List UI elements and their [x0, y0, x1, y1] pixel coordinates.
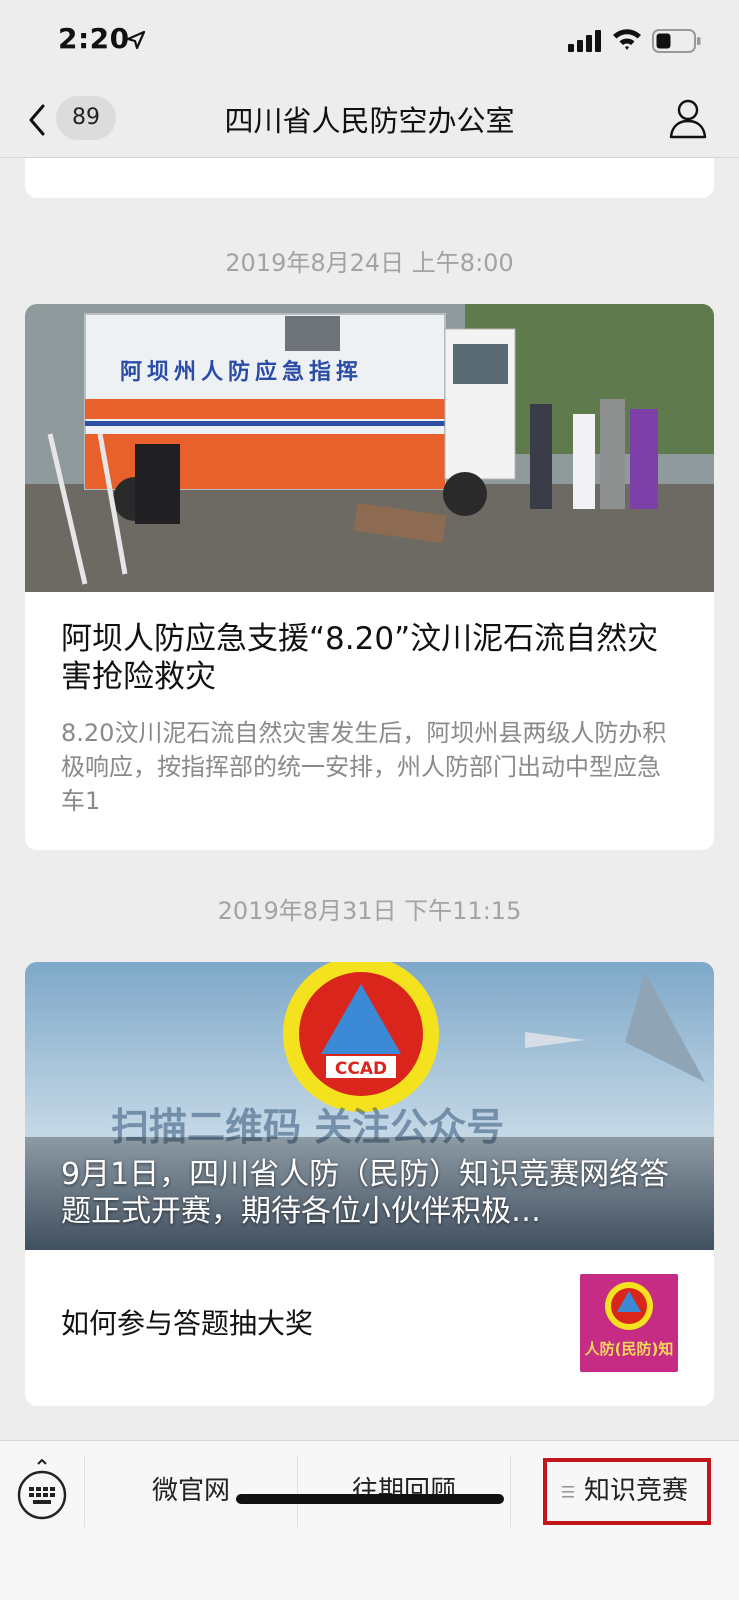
thumbnail-caption: 人防(民防)知 [585, 1340, 674, 1358]
article-digest: 8.20汶川泥石流自然灾害发生后，阿坝州县两级人防办积极响应，按指挥部的统一安排… [61, 719, 667, 815]
article-card[interactable]: CCAD 扫描二维码 关注公众号 9月1日，四川省人防（民防）知识竞赛网络答题正… [25, 962, 714, 1406]
article-title[interactable]: 9月1日，四川省人防（民防）知识竞赛网络答题正式开赛，期待各位小伙伴积极… [61, 1156, 681, 1230]
menu-item-past-review[interactable]: 往期回顾 [298, 1441, 510, 1541]
status-bar: 2:20 [0, 0, 739, 82]
home-indicator [236, 1494, 504, 1504]
menu-item-knowledge-contest[interactable]: 知识竞赛 [511, 1441, 739, 1541]
keyboard-toggle-button[interactable] [0, 1441, 84, 1541]
keyboard-icon [17, 1459, 67, 1520]
sub-article-title[interactable]: 如何参与答题抽大奖 [61, 1302, 313, 1342]
location-arrow-icon [126, 30, 146, 50]
previous-article-card[interactable] [25, 158, 714, 198]
message-timestamp: 2019年8月24日 上午8:00 [225, 249, 514, 277]
page-title: 四川省人民防空办公室 [224, 104, 515, 138]
navigation-bar: 89 四川省人民防空办公室 [0, 82, 739, 158]
battery-icon [652, 29, 701, 53]
article-card[interactable]: 阿坝州人防应急指挥 阿坝人防应急支援“8.20”汶川泥石流自然灾害抢险救灾 8.… [25, 304, 714, 850]
menu-item-micro-site[interactable]: 微官网 [85, 1441, 297, 1541]
ccad-logo-text: CCAD [335, 1059, 387, 1079]
status-time: 2:20 [58, 22, 130, 55]
article-title[interactable]: 阿坝人防应急支援“8.20”汶川泥石流自然灾害抢险救灾 [61, 620, 681, 696]
submenu-lines-icon [561, 1485, 574, 1498]
message-feed[interactable]: 2019年8月24日 上午8:00 阿坝州人防应急指挥 阿坝人防应急支援“8.2… [0, 158, 739, 1440]
menu-item-label: 微官网 [151, 1476, 230, 1506]
truck-signage-text: 阿坝州人防应急指挥 [120, 359, 363, 385]
article-cover-photo: 阿坝州人防应急指挥 [25, 304, 714, 592]
message-timestamp: 2019年8月31日 下午11:15 [217, 897, 522, 925]
menu-item-label: 知识竞赛 [583, 1476, 688, 1506]
sub-article-thumbnail: 人防(民防)知 [580, 1274, 678, 1372]
profile-icon[interactable] [668, 96, 708, 140]
cellular-signal-icon [568, 30, 601, 52]
official-account-menu: 微官网 往期回顾 知识竞赛 [0, 1440, 739, 1600]
wifi-icon [613, 29, 641, 50]
